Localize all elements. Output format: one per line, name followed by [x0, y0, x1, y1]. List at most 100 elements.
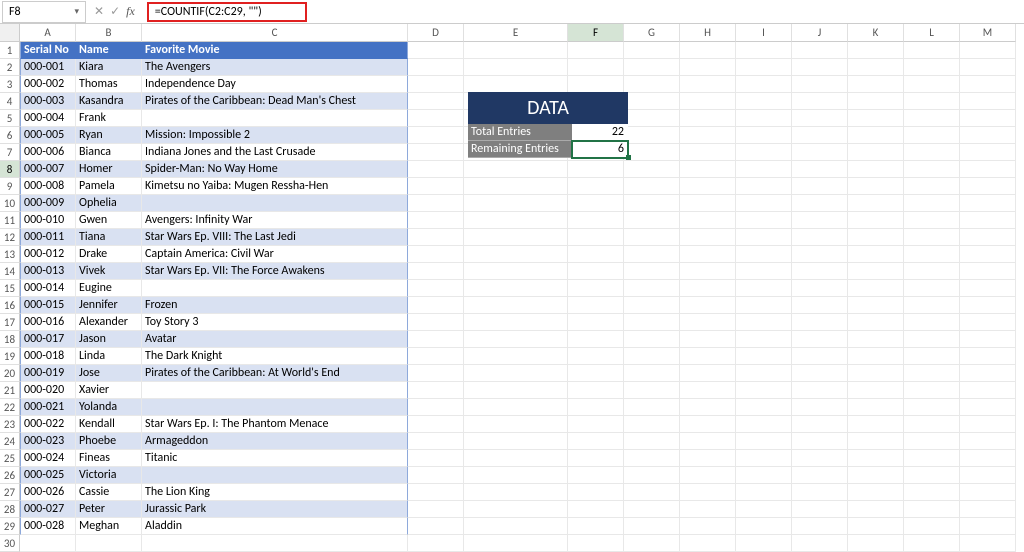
- cell-F12[interactable]: [568, 229, 624, 246]
- cell-I1[interactable]: [736, 42, 792, 59]
- cell-E11[interactable]: [464, 212, 568, 229]
- cell-C20[interactable]: Pirates of the Caribbean: At World's End: [142, 365, 408, 382]
- cell-A2[interactable]: 000-001: [20, 59, 76, 76]
- cell-G2[interactable]: [624, 59, 680, 76]
- cell-D2[interactable]: [408, 59, 464, 76]
- cell-J19[interactable]: [792, 348, 848, 365]
- cell-E25[interactable]: [464, 450, 568, 467]
- cell-L3[interactable]: [904, 76, 960, 93]
- row-header-11[interactable]: 11: [0, 212, 20, 229]
- cell-F2[interactable]: [568, 59, 624, 76]
- row-header-13[interactable]: 13: [0, 246, 20, 263]
- cell-L16[interactable]: [904, 297, 960, 314]
- cell-A27[interactable]: 000-026: [20, 484, 76, 501]
- cell-H26[interactable]: [680, 467, 736, 484]
- cell-F9[interactable]: [568, 178, 624, 195]
- cell-L27[interactable]: [904, 484, 960, 501]
- cell-H5[interactable]: [680, 110, 736, 127]
- cell-J29[interactable]: [792, 518, 848, 535]
- cancel-icon[interactable]: ✕: [94, 4, 104, 19]
- cell-A10[interactable]: 000-009: [20, 195, 76, 212]
- data-box-value[interactable]: 6: [572, 141, 628, 158]
- cell-M26[interactable]: [960, 467, 1016, 484]
- cell-I9[interactable]: [736, 178, 792, 195]
- cell-F3[interactable]: [568, 76, 624, 93]
- cell-C8[interactable]: Spider-Man: No Way Home: [142, 161, 408, 178]
- row-header-10[interactable]: 10: [0, 195, 20, 212]
- cell-B20[interactable]: Jose: [76, 365, 142, 382]
- cell-F17[interactable]: [568, 314, 624, 331]
- cell-M7[interactable]: [960, 144, 1016, 161]
- cell-H2[interactable]: [680, 59, 736, 76]
- row-header-28[interactable]: 28: [0, 501, 20, 518]
- cell-L11[interactable]: [904, 212, 960, 229]
- cell-K29[interactable]: [848, 518, 904, 535]
- row-header-22[interactable]: 22: [0, 399, 20, 416]
- column-header-K[interactable]: K: [848, 24, 904, 42]
- cell-I14[interactable]: [736, 263, 792, 280]
- row-header-26[interactable]: 26: [0, 467, 20, 484]
- cell-J3[interactable]: [792, 76, 848, 93]
- cell-B8[interactable]: Homer: [76, 161, 142, 178]
- cell-A3[interactable]: 000-002: [20, 76, 76, 93]
- cell-C26[interactable]: [142, 467, 408, 484]
- cell-D10[interactable]: [408, 195, 464, 212]
- cell-L7[interactable]: [904, 144, 960, 161]
- cell-I6[interactable]: [736, 127, 792, 144]
- cell-A24[interactable]: 000-023: [20, 433, 76, 450]
- cell-D11[interactable]: [408, 212, 464, 229]
- cell-K28[interactable]: [848, 501, 904, 518]
- cell-B24[interactable]: Phoebe: [76, 433, 142, 450]
- cell-H11[interactable]: [680, 212, 736, 229]
- cell-A23[interactable]: 000-022: [20, 416, 76, 433]
- cell-F27[interactable]: [568, 484, 624, 501]
- column-header-F[interactable]: F: [568, 24, 624, 42]
- cell-G22[interactable]: [624, 399, 680, 416]
- cell-A29[interactable]: 000-028: [20, 518, 76, 535]
- cell-L22[interactable]: [904, 399, 960, 416]
- cell-G11[interactable]: [624, 212, 680, 229]
- cell-G10[interactable]: [624, 195, 680, 212]
- cell-K16[interactable]: [848, 297, 904, 314]
- cell-B18[interactable]: Jason: [76, 331, 142, 348]
- cell-I18[interactable]: [736, 331, 792, 348]
- cell-A20[interactable]: 000-019: [20, 365, 76, 382]
- cell-B17[interactable]: Alexander: [76, 314, 142, 331]
- cell-K13[interactable]: [848, 246, 904, 263]
- cell-L14[interactable]: [904, 263, 960, 280]
- cell-A7[interactable]: 000-006: [20, 144, 76, 161]
- cell-M23[interactable]: [960, 416, 1016, 433]
- row-header-16[interactable]: 16: [0, 297, 20, 314]
- cell-E21[interactable]: [464, 382, 568, 399]
- cell-I5[interactable]: [736, 110, 792, 127]
- cell-C9[interactable]: Kimetsu no Yaiba: Mugen Ressha-Hen: [142, 178, 408, 195]
- cell-D27[interactable]: [408, 484, 464, 501]
- cell-F20[interactable]: [568, 365, 624, 382]
- cell-C13[interactable]: Captain America: Civil War: [142, 246, 408, 263]
- cell-G17[interactable]: [624, 314, 680, 331]
- cell-L20[interactable]: [904, 365, 960, 382]
- cell-F10[interactable]: [568, 195, 624, 212]
- cell-L15[interactable]: [904, 280, 960, 297]
- cell-J24[interactable]: [792, 433, 848, 450]
- cell-F14[interactable]: [568, 263, 624, 280]
- cell-I4[interactable]: [736, 93, 792, 110]
- cell-D12[interactable]: [408, 229, 464, 246]
- cell-J12[interactable]: [792, 229, 848, 246]
- cell-M22[interactable]: [960, 399, 1016, 416]
- cell-G4[interactable]: [624, 93, 680, 110]
- fx-icon[interactable]: fx: [126, 4, 139, 19]
- cell-G9[interactable]: [624, 178, 680, 195]
- cell-L24[interactable]: [904, 433, 960, 450]
- cell-D16[interactable]: [408, 297, 464, 314]
- cell-H7[interactable]: [680, 144, 736, 161]
- cell-F28[interactable]: [568, 501, 624, 518]
- cell-B29[interactable]: Meghan: [76, 518, 142, 535]
- cell-B12[interactable]: Tiana: [76, 229, 142, 246]
- row-header-3[interactable]: 3: [0, 76, 20, 93]
- cell-D18[interactable]: [408, 331, 464, 348]
- cell-H12[interactable]: [680, 229, 736, 246]
- cell-I27[interactable]: [736, 484, 792, 501]
- cell-A6[interactable]: 000-005: [20, 127, 76, 144]
- cell-K24[interactable]: [848, 433, 904, 450]
